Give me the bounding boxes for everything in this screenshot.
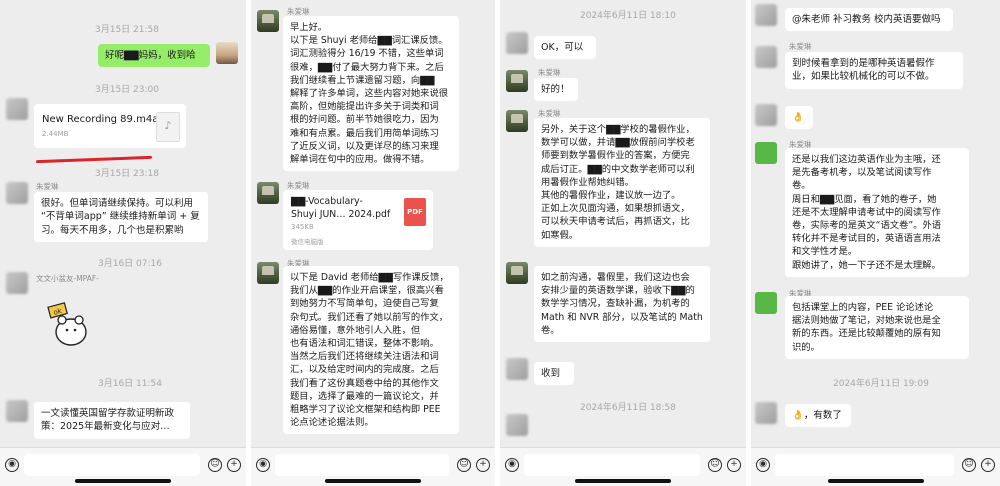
file-card-audio[interactable]: New Recording 89.m4a 2.44MB ♪ [34, 104, 186, 148]
message-bubble[interactable]: 👌 [785, 106, 813, 130]
avatar[interactable] [257, 182, 279, 204]
input-bar: ◉ ☺ + [251, 447, 495, 486]
timestamp: 3月16日 07:16 [98, 259, 162, 269]
input-bar: ◉ ☺ + [0, 447, 246, 486]
sender-name: 朱爱琳 [36, 182, 59, 191]
plus-icon[interactable]: + [727, 458, 741, 472]
emoji-icon[interactable]: ☺ [962, 458, 976, 472]
pdf-icon: PDF [404, 198, 426, 226]
voice-icon[interactable]: ◉ [5, 458, 19, 472]
message-bubble[interactable]: 早上好。 以下是 Shuyi 老师给▇▇词汇课反馈。 词汇测验得分 16/19 … [283, 16, 459, 172]
message-bubble[interactable]: 很好。但单词请继续保持。可以利用 “不背单词app” 继续维持新单词 + 复 习… [34, 192, 208, 243]
avatar[interactable] [6, 182, 28, 204]
avatar[interactable] [506, 358, 528, 380]
home-indicator [325, 479, 421, 483]
message-bubble[interactable]: 到时候看拿到的是哪种英语暑假作 业，如果比较机械化的可以不做。 [785, 52, 963, 89]
avatar[interactable] [755, 402, 777, 424]
avatar[interactable] [755, 4, 777, 26]
avatar[interactable] [257, 262, 279, 284]
avatar[interactable] [216, 42, 238, 64]
sender-name: 朱爱琳 [538, 68, 561, 77]
input-bar: ◉ ☺ + [500, 447, 746, 486]
sender-name: 文文小盆友-MPAF- [36, 274, 99, 283]
message-bubble[interactable]: 还是以我们这边英语作业为主哦，还 是先备考机考，以及笔试阅读写作 卷。 周日和▇… [785, 148, 969, 277]
message-bubble[interactable]: 包括课堂上的内容，PEE 论论述论 据法则她做了笔记，对她来说也是全 新的东西。… [785, 296, 969, 359]
timestamp: 3月16日 11:54 [98, 379, 162, 389]
avatar[interactable] [755, 104, 777, 126]
emoji-icon[interactable]: ☺ [208, 458, 222, 472]
message-bubble[interactable]: 如之前沟通，暑假里，我们这边也会 安排少量的英语数学课，验收下▇▇的 数学学习情… [534, 266, 710, 343]
avatar[interactable] [6, 400, 28, 422]
sender-name: 朱爱琳 [789, 42, 812, 51]
avatar[interactable] [6, 272, 28, 294]
strike-annotation [35, 155, 153, 164]
timestamp: 3月15日 23:00 [95, 85, 159, 95]
file-name: ▇▇-Vocabulary- Shuyi JUN… 2024.pdf [291, 196, 391, 220]
voice-icon[interactable]: ◉ [256, 458, 270, 472]
chat-panel-3[interactable]: 2024年6月11日 18:10 OK，可以 朱爱琳 好的！ 朱爱琳 另外，关于… [500, 0, 746, 486]
message-input[interactable] [524, 454, 700, 476]
avatar[interactable] [506, 262, 528, 284]
emoji-icon[interactable]: ☺ [457, 458, 471, 472]
avatar[interactable] [506, 70, 528, 92]
file-card-pdf[interactable]: ▇▇-Vocabulary- Shuyi JUN… 2024.pdf 345KB… [283, 190, 433, 250]
file-source: 微信电脑版 [291, 238, 324, 246]
home-indicator [827, 479, 924, 483]
chat-panel-1[interactable]: 3月15日 21:58 好呢▇▇妈妈，收到哈 3月15日 23:00 New R… [0, 0, 246, 486]
plus-icon[interactable]: + [227, 458, 241, 472]
avatar[interactable] [755, 292, 777, 314]
file-name: New Recording 89.m4a [42, 114, 159, 125]
plus-icon[interactable]: + [981, 458, 995, 472]
message-bubble[interactable]: 另外，关于这个▇▇学校的暑假作业， 数学可以做，并请▇▇放假前问学校老 师要到数… [534, 118, 710, 247]
file-size: 2.44MB [42, 130, 69, 138]
timestamp: 3月15日 23:18 [95, 169, 159, 179]
message-input[interactable] [775, 454, 954, 476]
emoji-icon[interactable]: ☺ [708, 458, 722, 472]
message-bubble[interactable]: @朱老师 补习教务 校内英语要做吗 [785, 8, 953, 32]
avatar[interactable] [257, 10, 279, 32]
input-bar: ◉ ☺ + [751, 447, 1000, 486]
avatar[interactable] [755, 142, 777, 164]
file-size: 345KB [291, 223, 314, 231]
message-input[interactable] [275, 454, 449, 476]
timestamp: 2024年6月11日 18:10 [580, 11, 676, 21]
chat-panel-2[interactable]: 朱爱琳 早上好。 以下是 Shuyi 老师给▇▇词汇课反馈。 词汇测验得分 16… [251, 0, 495, 486]
bear-ok-sticker[interactable]: ok [46, 302, 92, 348]
message-bubble[interactable]: 好的！ [534, 78, 578, 102]
voice-icon[interactable]: ◉ [505, 458, 519, 472]
audio-file-icon: ♪ [156, 112, 180, 142]
avatar[interactable] [6, 98, 28, 120]
link-card[interactable]: 一文读懂英国留学存款证明新政 策：2025年最新变化与应对… [34, 402, 190, 439]
home-indicator [75, 479, 171, 483]
chat-panel-4[interactable]: @朱老师 补习教务 校内英语要做吗 朱爱琳 到时候看拿到的是哪种英语暑假作 业，… [751, 0, 1000, 486]
message-bubble[interactable]: 以下是 David 老师给▇▇写作课反馈， 我们从▇▇的作业开启课堂，很高兴看 … [283, 266, 459, 435]
timestamp: 2024年6月11日 19:09 [833, 379, 929, 389]
timestamp: 2024年6月11日 18:58 [580, 403, 676, 413]
plus-icon[interactable]: + [476, 458, 490, 472]
voice-icon[interactable]: ◉ [756, 458, 770, 472]
message-input[interactable] [24, 454, 200, 476]
avatar[interactable] [506, 414, 528, 436]
screenshot-collage: 3月15日 21:58 好呢▇▇妈妈，收到哈 3月15日 23:00 New R… [0, 0, 1000, 486]
message-bubble[interactable]: 👌，有数了 [785, 404, 851, 428]
home-indicator [575, 479, 671, 483]
message-bubble-self[interactable]: 好呢▇▇妈妈，收到哈 [98, 44, 210, 68]
avatar[interactable] [755, 46, 777, 68]
message-bubble[interactable]: OK，可以 [534, 36, 596, 60]
message-bubble[interactable]: 收到 [534, 362, 574, 386]
avatar[interactable] [506, 110, 528, 132]
avatar[interactable] [506, 32, 528, 54]
timestamp: 3月15日 21:58 [95, 25, 159, 35]
